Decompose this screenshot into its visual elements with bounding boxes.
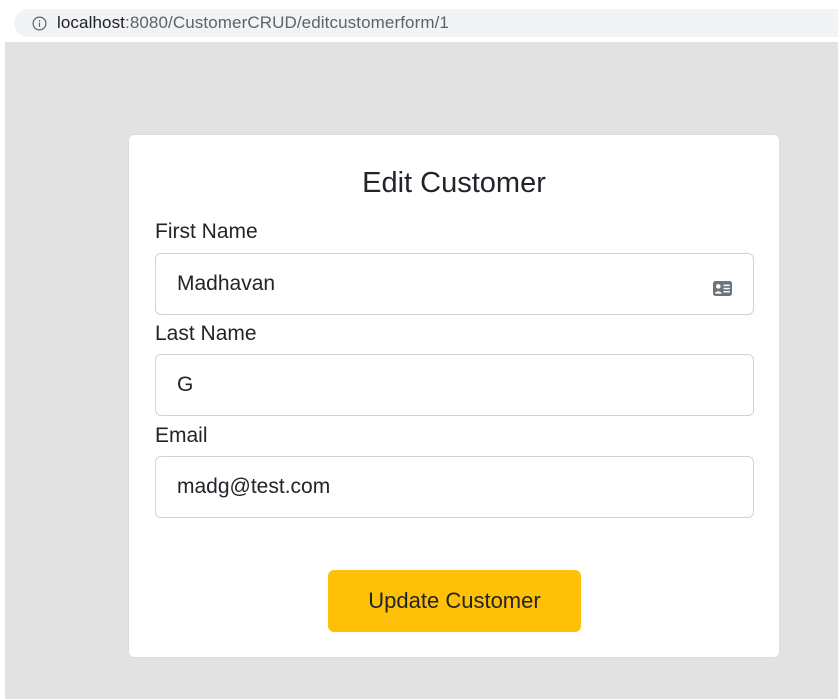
url-path: :8080/CustomerCRUD/editcustomerform/1: [125, 13, 449, 32]
last-name-input[interactable]: [155, 354, 754, 416]
email-input[interactable]: [155, 456, 754, 518]
page-viewport: Edit Customer First Name Last Name Email…: [5, 42, 838, 699]
edit-customer-form: Edit Customer First Name Last Name Email…: [128, 134, 780, 658]
first-name-label: First Name: [155, 220, 258, 243]
url-host: localhost: [57, 13, 125, 32]
browser-address-bar: localhost:8080/CustomerCRUD/editcustomer…: [0, 0, 838, 42]
last-name-label: Last Name: [155, 322, 257, 345]
info-circle-icon[interactable]: [32, 16, 47, 31]
url-field[interactable]: localhost:8080/CustomerCRUD/editcustomer…: [14, 9, 838, 37]
contact-card-icon[interactable]: [713, 281, 732, 296]
update-customer-button[interactable]: Update Customer: [328, 570, 581, 632]
first-name-input[interactable]: [155, 253, 754, 315]
url-text: localhost:8080/CustomerCRUD/editcustomer…: [57, 13, 449, 33]
form-title: Edit Customer: [362, 167, 546, 199]
email-label: Email: [155, 424, 208, 447]
